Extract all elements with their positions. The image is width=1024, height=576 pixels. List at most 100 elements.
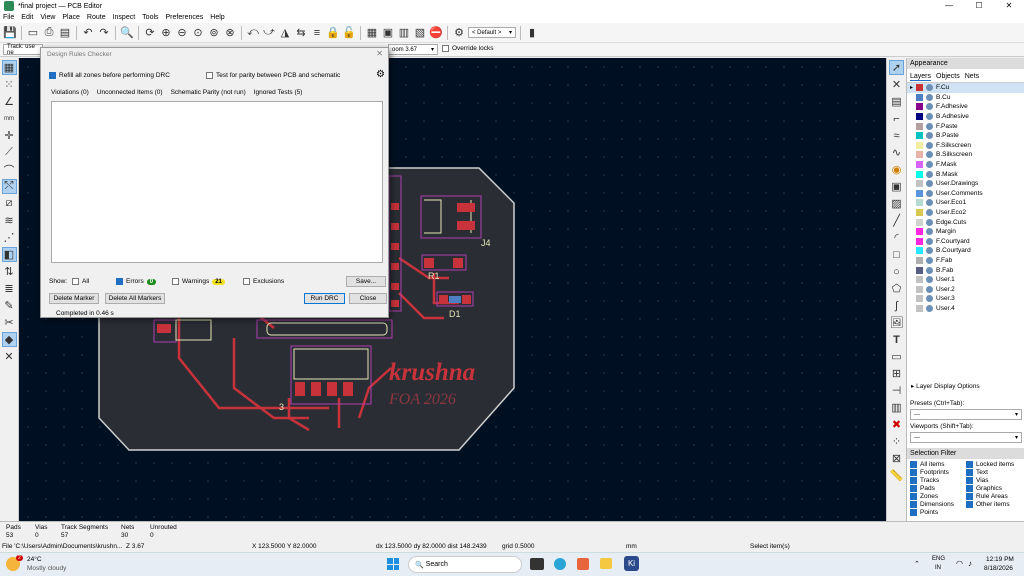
zoom-selection-icon[interactable]: ⊗ bbox=[223, 26, 237, 40]
layer-color-swatch[interactable] bbox=[916, 84, 923, 92]
layer-row[interactable]: B.Courtyard bbox=[907, 246, 1024, 256]
zoom-objects-icon[interactable]: ⊚ bbox=[207, 26, 221, 40]
show-exclusions-box[interactable] bbox=[243, 278, 250, 285]
selection-filter-item[interactable]: Footprints bbox=[910, 469, 966, 476]
layer-row[interactable]: F.Adhesive bbox=[907, 102, 1024, 112]
layer-color-swatch[interactable] bbox=[916, 237, 923, 245]
track-width-combo[interactable]: Track: use ne bbox=[3, 44, 43, 56]
add-table-icon[interactable]: ⊞ bbox=[889, 366, 904, 381]
3d-viewer-icon[interactable]: ▧ bbox=[413, 26, 427, 40]
draw-arc-icon[interactable]: ◜ bbox=[889, 230, 904, 245]
layer-row[interactable]: Edge.Cuts bbox=[907, 217, 1024, 227]
eye-icon[interactable] bbox=[926, 199, 933, 207]
selection-filter-checkbox[interactable] bbox=[966, 493, 973, 500]
menu-inspect[interactable]: Inspect bbox=[113, 14, 136, 21]
track-outline-icon[interactable]: ≋ bbox=[2, 213, 17, 228]
override-locks-box[interactable] bbox=[442, 45, 449, 52]
tab-objects[interactable]: Objects bbox=[936, 73, 960, 81]
zoom-fit-icon[interactable]: ⊙ bbox=[191, 26, 205, 40]
measure-icon[interactable]: 📏 bbox=[889, 468, 904, 483]
tab-schematic-parity[interactable]: Schematic Parity (not run) bbox=[171, 89, 246, 96]
task-view-icon[interactable] bbox=[530, 558, 544, 570]
clock-date[interactable]: 8/18/2026 bbox=[984, 565, 1013, 572]
layer-row[interactable]: User.Comments bbox=[907, 189, 1024, 199]
eye-icon[interactable] bbox=[926, 170, 933, 178]
add-dimension-icon[interactable]: ⊣ bbox=[889, 383, 904, 398]
menu-place[interactable]: Place bbox=[62, 14, 80, 21]
plot-icon[interactable]: ▤ bbox=[58, 26, 72, 40]
eye-icon[interactable] bbox=[926, 103, 933, 111]
selection-filter-checkbox[interactable] bbox=[910, 493, 917, 500]
run-drc-button[interactable]: Run DRC bbox=[304, 293, 345, 304]
layer-color-swatch[interactable] bbox=[916, 256, 923, 264]
drill-origin-icon[interactable]: ⊠ bbox=[889, 451, 904, 466]
route-track-icon[interactable]: ⌐ bbox=[889, 111, 904, 126]
wifi-icon[interactable]: ◠ bbox=[956, 559, 963, 568]
rotate-cw-icon[interactable]: ⤻ bbox=[262, 26, 276, 40]
selection-filter-checkbox[interactable] bbox=[910, 469, 917, 476]
draw-rectangle-icon[interactable]: □ bbox=[889, 247, 904, 262]
viewports-combo[interactable]: --- ▾ bbox=[910, 432, 1022, 443]
layer-row[interactable]: User.Eco2 bbox=[907, 208, 1024, 218]
selection-filter-item[interactable]: Dimensions bbox=[910, 501, 966, 508]
layer-color-swatch[interactable] bbox=[916, 228, 923, 236]
eye-icon[interactable] bbox=[926, 161, 933, 169]
layer-row[interactable]: ▸ F.Cu bbox=[907, 83, 1024, 93]
lang-primary[interactable]: ENG bbox=[932, 556, 945, 562]
show-warnings-checkbox[interactable]: Warnings 21 bbox=[172, 278, 225, 285]
unlock-icon[interactable]: 🔓 bbox=[342, 26, 356, 40]
eye-icon[interactable] bbox=[926, 304, 933, 312]
terminal-icon[interactable]: ▮ bbox=[525, 26, 539, 40]
layer-row[interactable]: B.Cu bbox=[907, 93, 1024, 103]
eye-icon[interactable] bbox=[926, 218, 933, 226]
add-image-icon[interactable]: 🖼 bbox=[889, 315, 904, 330]
scripting-icon[interactable]: ⚙ bbox=[452, 26, 466, 40]
layer-row[interactable]: F.Paste bbox=[907, 121, 1024, 131]
maximize-button[interactable]: ☐ bbox=[964, 0, 994, 12]
refresh-icon[interactable]: ⟳ bbox=[143, 26, 157, 40]
ratsnest-icon[interactable]: ⟋ bbox=[2, 145, 17, 160]
grid-overrides-icon[interactable]: ⁙ bbox=[2, 77, 17, 92]
selection-filter-checkbox[interactable] bbox=[910, 509, 917, 516]
layer-color-swatch[interactable] bbox=[916, 161, 923, 169]
delete-icon[interactable]: ✖ bbox=[889, 417, 904, 432]
tab-ignored-tests[interactable]: Ignored Tests (5) bbox=[254, 89, 303, 96]
layer-color-swatch[interactable] bbox=[916, 151, 923, 159]
app-icon[interactable] bbox=[577, 558, 589, 570]
layer-color-swatch[interactable] bbox=[916, 93, 923, 101]
selection-filter-checkbox[interactable] bbox=[966, 477, 973, 484]
show-errors-checkbox[interactable]: Errors 0 bbox=[116, 278, 157, 285]
show-errors-box[interactable] bbox=[116, 278, 123, 285]
selection-filter-item[interactable]: Other items bbox=[966, 501, 1022, 508]
layer-color-swatch[interactable] bbox=[916, 285, 923, 293]
find-icon[interactable]: 🔍 bbox=[120, 26, 134, 40]
tab-nets[interactable]: Nets bbox=[965, 73, 979, 81]
layer-color-swatch[interactable] bbox=[916, 180, 923, 188]
eye-icon[interactable] bbox=[926, 256, 933, 264]
eye-icon[interactable] bbox=[926, 276, 933, 284]
close-window-button[interactable]: ✕ bbox=[994, 0, 1024, 12]
layer-row[interactable]: User.Eco1 bbox=[907, 198, 1024, 208]
mirror-icon[interactable]: ⇆ bbox=[294, 26, 308, 40]
zoom-out-icon[interactable]: ⊖ bbox=[175, 26, 189, 40]
grid-origin-icon[interactable]: ⁘ bbox=[889, 434, 904, 449]
parity-checkbox[interactable]: Test for parity between PCB and schemati… bbox=[206, 72, 340, 79]
selection-filter-item[interactable]: Text bbox=[966, 469, 1022, 476]
show-all-box[interactable] bbox=[72, 278, 79, 285]
layer-color-swatch[interactable] bbox=[916, 103, 923, 111]
layer-row[interactable]: User.2 bbox=[907, 284, 1024, 294]
preset-combo[interactable]: < Default > ▾ bbox=[468, 27, 516, 38]
via-outline-icon[interactable]: ⋰ bbox=[2, 230, 17, 245]
draw-bezier-icon[interactable]: ∫ bbox=[889, 298, 904, 313]
layer-color-swatch[interactable] bbox=[916, 170, 923, 178]
taskbar-search[interactable]: 🔍 Search bbox=[408, 556, 522, 573]
presets-combo[interactable]: --- ▾ bbox=[910, 409, 1022, 420]
kicad-taskbar-icon[interactable]: Ki bbox=[624, 556, 639, 571]
footprint-browser-icon[interactable]: ▥ bbox=[397, 26, 411, 40]
menu-help[interactable]: Help bbox=[210, 14, 224, 21]
drc-settings-gear-icon[interactable]: ⚙ bbox=[376, 69, 385, 80]
layer-color-swatch[interactable] bbox=[916, 141, 923, 149]
layer-color-swatch[interactable] bbox=[916, 209, 923, 217]
zone-outline-icon[interactable]: ⧄ bbox=[2, 196, 17, 211]
lock-icon[interactable]: 🔒 bbox=[326, 26, 340, 40]
